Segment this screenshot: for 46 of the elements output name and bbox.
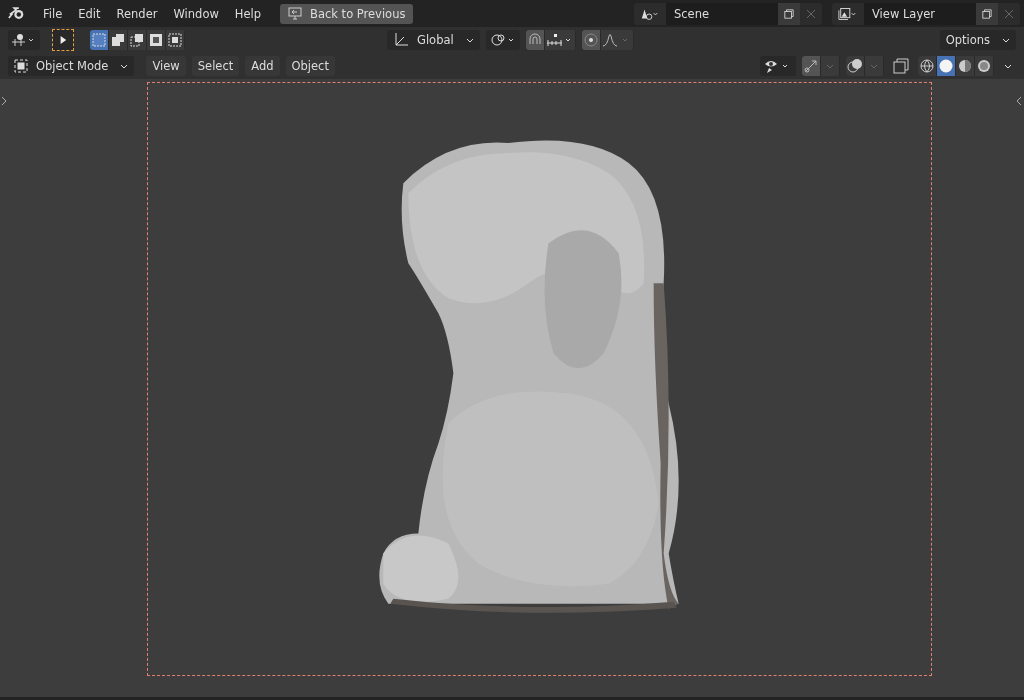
proportional-editing-icon[interactable] [581, 30, 600, 51]
falloff-dropdown[interactable] [600, 30, 633, 51]
shading-mode-button[interactable] [937, 56, 955, 77]
copy-icon[interactable] [976, 2, 998, 25]
select-tool-icon[interactable] [52, 29, 74, 52]
mode-dropdown[interactable]: Object Mode [8, 56, 135, 77]
options-dropdown[interactable]: Options [939, 30, 1016, 51]
image-layers-icon [838, 6, 858, 21]
magnet-icon[interactable] [525, 30, 544, 51]
object-mode-icon [14, 59, 28, 74]
blender-logo-icon[interactable] [8, 6, 26, 22]
gizmo-dropdown[interactable] [8, 30, 40, 51]
axes-icon [393, 32, 409, 49]
snap-increment-dropdown[interactable] [544, 30, 575, 51]
menu-item[interactable]: Edit [71, 3, 108, 24]
shading-mode-button[interactable] [975, 56, 993, 77]
header-menu[interactable]: View [146, 56, 186, 77]
header-menu[interactable]: Object [285, 56, 335, 77]
caret-icon [1002, 37, 1010, 43]
menu-item[interactable]: Window [166, 3, 226, 24]
header-menu[interactable]: Add [245, 56, 280, 77]
caret-icon [465, 37, 474, 43]
scene-field[interactable]: Scene [666, 2, 778, 25]
copy-icon[interactable] [778, 2, 800, 25]
xray-icon[interactable] [890, 56, 912, 77]
menu-item[interactable]: File [36, 3, 70, 24]
visibility-dropdown[interactable] [760, 56, 796, 77]
overlay-icon[interactable] [846, 56, 864, 77]
select-mode-button[interactable] [166, 30, 184, 51]
back-to-previous-button[interactable]: Back to Previous [280, 3, 414, 24]
select-mode-button[interactable] [147, 30, 165, 51]
view-layer-field[interactable]: View Layer [864, 2, 976, 25]
select-mode-button[interactable] [109, 30, 127, 51]
pivot-point-dropdown[interactable] [485, 30, 520, 51]
menu-item[interactable]: Render [109, 3, 165, 24]
shading-mode-button[interactable] [918, 56, 936, 77]
scene-selector[interactable] [634, 2, 666, 25]
screen-icon [288, 7, 303, 21]
transform-orientation-dropdown[interactable]: Global [387, 30, 480, 51]
select-mode-button[interactable] [128, 30, 146, 51]
select-mode-button[interactable] [90, 30, 108, 51]
header-menu[interactable]: Select [191, 56, 240, 77]
caret-icon [120, 63, 129, 69]
view-layer-selector[interactable] [832, 2, 864, 25]
shading-mode-button[interactable] [956, 56, 974, 77]
menu-item[interactable]: Help [227, 3, 269, 24]
